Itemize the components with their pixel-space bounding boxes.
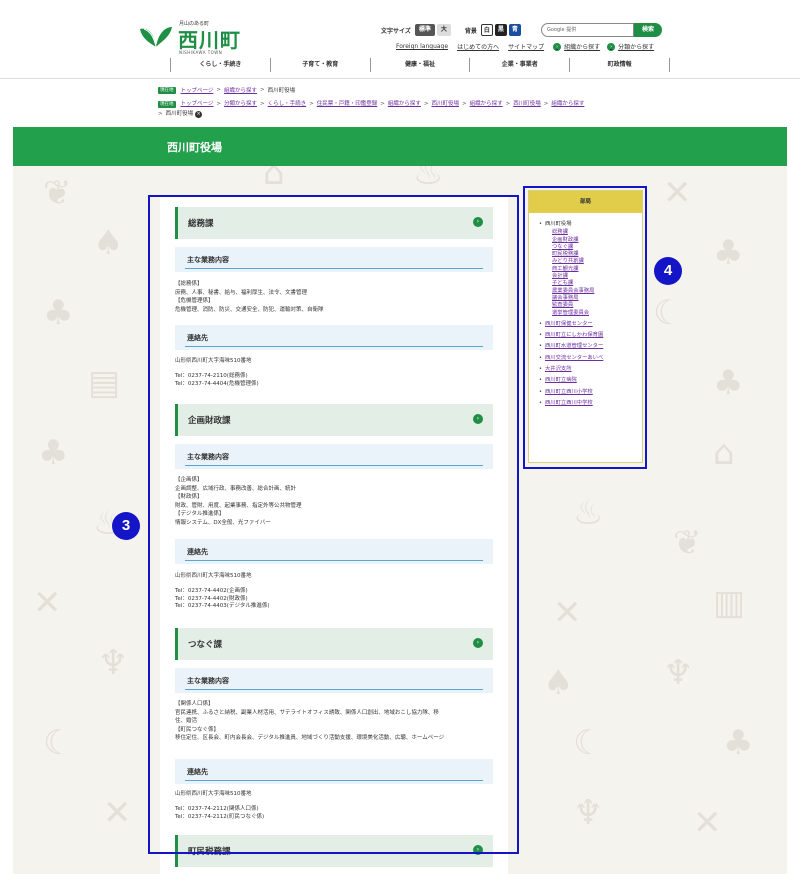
font-standard-button[interactable]: 標準 [414,24,435,36]
header-links: Foreign language はじめての方へ サイトマップ › 組織から探す … [396,42,661,51]
arrow-right-icon: › [607,42,616,51]
canoe-pattern-icon: ✕ [103,793,132,833]
logo-title: 西川町 [178,28,241,52]
annotation-box-3 [148,195,519,854]
foreign-language-link[interactable]: Foreign language [396,43,448,50]
close-icon[interactable]: × [195,110,203,118]
fountain-pattern-icon: ♆ [98,643,129,683]
annotation-badge-4: 4 [654,257,682,285]
search-button[interactable]: 検索 [634,23,662,37]
leaf-logo-icon [140,27,172,48]
drink-pattern-icon: ♣ [43,293,74,333]
fountain-pattern-icon: ♆ [573,793,604,833]
site-header: 月山のある町 西川町 NISHIKAWA TOWN 文字サイズ 標準 大 背景 … [0,0,800,80]
tree-pattern-icon: ♣ [38,433,69,473]
bg-blue-button[interactable]: 青 [508,24,521,36]
gnav-item-business[interactable]: 企業・事業者 [469,58,569,72]
bg-black-button[interactable]: 黒 [494,24,507,36]
annotation-box-4 [523,186,647,469]
logo-roman: NISHIKAWA TOWN [179,50,223,55]
fountain-pattern-icon: ♆ [663,653,694,693]
breadcrumb-link[interactable]: 住民票・戸籍・印鑑登録 [317,99,378,109]
breadcrumb-link[interactable]: 組織から探す [388,99,421,109]
onsen-pattern-icon: ♨ [413,166,444,193]
sitemap-link[interactable]: サイトマップ [508,42,544,51]
breadcrumb-current: 西川町役場 [165,111,194,117]
font-size-label: 文字サイズ [381,27,411,35]
drink-pattern-icon: ♣ [713,363,744,403]
drink-pattern-icon: ♣ [723,723,754,763]
breadcrumb-tag: 現在地 [158,100,176,108]
site-logo[interactable]: 月山のある町 西川町 NISHIKAWA TOWN [138,20,248,56]
moon-pattern-icon: ☾ [573,723,604,763]
breadcrumb-tag: 現在地 [158,86,176,94]
bg-white-button[interactable]: 白 [480,24,493,36]
onsen-pattern-icon: ♨ [573,493,604,533]
moon-pattern-icon: ☾ [653,293,684,333]
mushroom-pattern-icon: ♠ [543,663,574,703]
find-by-org-link[interactable]: › 組織から探す [553,42,600,51]
find-by-category-link[interactable]: › 分類から探す [607,42,654,51]
global-nav: くらし・手続き 子育て・教育 健康・福祉 企業・事業者 町政情報 [170,58,670,72]
house-pattern-icon: ⌂ [713,433,735,473]
first-visit-link[interactable]: はじめての方へ [457,42,499,51]
canoe-pattern-icon: ✕ [553,593,582,633]
breadcrumb-current: 西川町役場 [267,88,296,94]
breadcrumb: 現在地 トップページ > 分類から探す > くらし・手続き > 住民票・戸籍・印鑑登録… [158,99,585,118]
gnav-item-health[interactable]: 健康・福祉 [369,58,470,72]
house-pattern-icon: ⌂ [263,166,285,193]
accessibility-tools: 文字サイズ 標準 大 背景 白 黒 青 [381,23,523,37]
radio-pattern-icon: ▥ [713,583,746,623]
book-pattern-icon: ▤ [88,363,121,403]
canoe-pattern-icon: ✕ [663,173,692,213]
gnav-item-government[interactable]: 町政情報 [569,58,670,72]
breadcrumb-link[interactable]: トップページ [181,86,214,94]
breadcrumb-link[interactable]: くらし・手続き [268,99,307,109]
gnav-item-life[interactable]: くらし・手続き [170,58,270,72]
leaf-pattern-icon: ❦ [43,173,72,213]
site-search: Google 提供 検索 [541,23,662,37]
font-large-button[interactable]: 大 [436,24,451,36]
breadcrumb: 現在地 トップページ > 組織から探す > 西川町役場 [158,86,296,94]
breadcrumb-link[interactable]: 西川町役場 [432,99,460,109]
breadcrumb-link[interactable]: 組織から探す [551,99,584,109]
arrow-right-icon: › [553,42,562,51]
mushroom-pattern-icon: ♠ [93,223,124,263]
background-label: 背景 [464,27,477,35]
annotation-badge-3: 3 [112,512,140,540]
canoe-pattern-icon: ✕ [693,803,722,843]
breadcrumb-link[interactable]: 組織から探す [224,86,257,94]
breadcrumb-link[interactable]: 組織から探す [470,99,503,109]
page-title-bar: 西川町役場 [13,127,787,166]
search-input[interactable]: Google 提供 [541,23,634,37]
breadcrumb-link[interactable]: トップページ [181,99,214,109]
breadcrumb-link[interactable]: 分類から探す [224,99,257,109]
canoe-pattern-icon: ✕ [33,583,62,623]
tree-pattern-icon: ♣ [713,233,744,273]
gnav-item-childcare[interactable]: 子育て・教育 [269,58,370,72]
leaf-pattern-icon: ❦ [673,523,702,563]
page-title: 西川町役場 [167,141,222,154]
header-divider [0,78,800,79]
moon-pattern-icon: ☾ [43,723,74,763]
breadcrumb-link[interactable]: 西川町役場 [513,99,541,109]
